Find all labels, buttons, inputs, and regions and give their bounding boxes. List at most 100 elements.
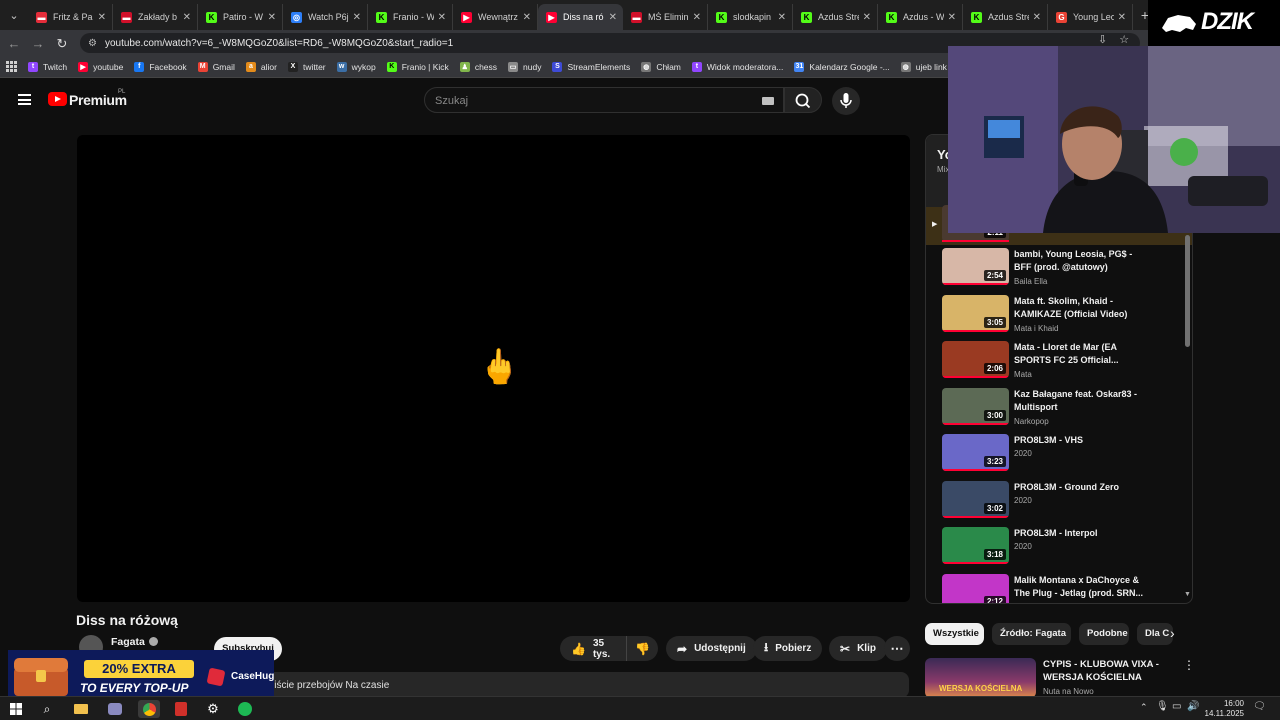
playlist-item-title[interactable]: PRO8L3M - Ground Zero [1014, 481, 1144, 494]
playlist-item-channel[interactable]: 2020 [1014, 542, 1032, 551]
tab-close-icon[interactable]: ✕ [1033, 12, 1041, 23]
more-actions-button[interactable]: ⋯ [884, 636, 910, 661]
browser-tab[interactable]: K Franio - W ✕ [368, 4, 453, 30]
playlist-item-channel[interactable]: Narkopop [1014, 417, 1049, 426]
notifications-icon[interactable]: 🗨 [1253, 701, 1266, 712]
voice-search-button[interactable] [832, 87, 860, 115]
playlist-item[interactable]: 2:06 Mata - Lloret de Mar (EA SPORTS FC 2… [942, 341, 1187, 385]
tab-close-icon[interactable]: ✕ [98, 12, 106, 23]
bookmark-item[interactable]: ▶ youtube [78, 61, 123, 72]
settings-gear-icon[interactable]: ⚙ [204, 700, 222, 718]
browser-tab[interactable]: Kslodkapin ✕ [708, 4, 793, 30]
playlist-scroll-down-icon[interactable]: ▼ [1184, 591, 1191, 598]
browser-tab[interactable]: K Azdus Stre ✕ [963, 4, 1048, 30]
bookmark-item[interactable]: M Gmail [197, 61, 235, 72]
filter-chip[interactable]: Źródło: Fagata [992, 623, 1071, 645]
playlist-item[interactable]: 2:12 Malik Montana x DaChoyce & The Plug … [942, 573, 1187, 603]
browser-tab[interactable]: K Patiro - W ✕ [198, 4, 283, 30]
guide-menu-icon[interactable] [18, 94, 31, 105]
playlist-scrollbar[interactable] [1185, 235, 1190, 347]
reload-button[interactable]: ↻ [50, 36, 74, 52]
network-icon[interactable]: ▭ [1172, 701, 1181, 712]
playlist-item-title[interactable]: Mata ft. Skolim, Khaid - KAMIKAZE (Offic… [1014, 295, 1144, 321]
keyboard-icon[interactable] [762, 97, 774, 105]
playlist-item-title[interactable]: Malik Montana x DaChoyce & The Plug - Je… [1014, 574, 1144, 600]
search-input[interactable]: Szukaj [424, 87, 784, 113]
app-icon[interactable] [106, 700, 124, 718]
bookmark-item[interactable]: ◍ ujeb link [900, 61, 947, 72]
file-explorer-icon[interactable] [72, 700, 90, 718]
browser-tab[interactable]: G Young Leo ✕ [1048, 4, 1133, 30]
install-app-icon[interactable]: ⇩ [1098, 33, 1107, 46]
bookmark-item[interactable]: f Facebook [134, 61, 187, 72]
tab-close-icon[interactable]: ✕ [778, 12, 786, 23]
bookmark-item[interactable]: ◍ Chłam [641, 61, 681, 72]
youtube-logo-icon[interactable] [48, 92, 67, 106]
playlist-thumbnail[interactable]: 3:23 [942, 434, 1009, 471]
browser-tab[interactable]: ◎ Watch P6j ✕ [283, 4, 368, 30]
playlist-item[interactable]: 3:05 Mata ft. Skolim, Khaid - KAMIKAZE (O… [942, 294, 1187, 339]
browser-tab[interactable]: ▶ Wewnątrz ✕ [453, 4, 538, 30]
like-button[interactable]: 👍 35 tys. [560, 636, 626, 661]
bookmark-item[interactable]: ▭ nudy [508, 61, 541, 72]
volume-icon[interactable]: 🔊 [1187, 701, 1199, 712]
bookmark-item[interactable]: a alior [245, 61, 277, 72]
tab-close-icon[interactable]: ✕ [609, 12, 617, 23]
playlist-item-title[interactable]: PRO8L3M - Interpol [1014, 527, 1144, 540]
playlist-thumbnail[interactable]: 3:00 [942, 387, 1009, 425]
channel-name[interactable]: Fagata [111, 636, 158, 648]
filter-chip[interactable]: Podobne [1079, 623, 1129, 645]
bookmark-item[interactable]: 31 Kalendarz Google -... [794, 61, 890, 72]
bookmark-item[interactable]: Xtwitter [287, 61, 326, 72]
tab-close-icon[interactable]: ✕ [863, 12, 871, 23]
apps-grid-icon[interactable] [6, 60, 18, 73]
recommended-thumbnail[interactable]: WERSJA KOŚCIELNA [925, 658, 1036, 698]
recording-app-icon[interactable] [172, 700, 190, 718]
playlist-item[interactable]: 2:54 bambi, Young Leosia, PG$ - BFF (prod… [942, 248, 1187, 292]
bookmark-item[interactable]: t Widok moderatora... [691, 61, 783, 72]
chips-next-icon[interactable]: › [1170, 625, 1175, 641]
playlist-item[interactable]: 3:02 PRO8L3M - Ground Zero 2020 [942, 480, 1187, 525]
playlist-thumbnail[interactable]: 2:06 [942, 341, 1009, 378]
bookmark-item[interactable]: S StreamElements [552, 61, 630, 72]
site-info-icon[interactable]: ⚙ [88, 38, 97, 49]
playlist-thumbnail[interactable]: 3:02 [942, 480, 1009, 518]
playlist-thumbnail[interactable]: 3:05 [942, 294, 1009, 332]
playlist-item[interactable]: 3:23 PRO8L3M - VHS 2020 [942, 434, 1187, 478]
search-taskbar-icon[interactable]: ⌕ [38, 700, 56, 718]
recommended-channel[interactable]: Nuta na Nowo [1043, 687, 1094, 696]
browser-tab[interactable]: ▬ MŚ Elimin ✕ [623, 4, 708, 30]
recommended-video[interactable]: WERSJA KOŚCIELNA CYPIS - KLUBOWA VIXA - … [925, 658, 1195, 698]
playlist-item-channel[interactable]: 2020 [1014, 449, 1032, 458]
bookmark-star-icon[interactable]: ☆ [1119, 33, 1129, 46]
tab-close-icon[interactable]: ✕ [1118, 12, 1126, 23]
forward-button[interactable]: → [26, 36, 50, 51]
tab-close-icon[interactable]: ✕ [268, 12, 276, 23]
bookmark-item[interactable]: t Twitch [28, 61, 67, 72]
chrome-icon[interactable] [138, 700, 160, 718]
back-button[interactable]: ← [2, 36, 26, 51]
tab-close-icon[interactable]: ✕ [183, 12, 191, 23]
channel-name-text[interactable]: Fagata [111, 636, 145, 648]
share-button[interactable]: ➦ Udostępnij [666, 636, 757, 661]
playlist-thumbnail[interactable]: 3:18 [942, 527, 1009, 564]
taskbar-clock[interactable]: 16:00 14.11.2025 [1205, 699, 1244, 719]
bookmark-item[interactable]: w wykop [336, 61, 376, 72]
filter-chip[interactable]: Dla C [1137, 623, 1173, 645]
playlist-item-title[interactable]: PRO8L3M - VHS [1014, 434, 1144, 447]
search-button[interactable] [784, 87, 822, 113]
recommended-title[interactable]: CYPIS - KLUBOWA VIXA - WERSJA KOŚCIELNA [1043, 658, 1173, 684]
tab-close-icon[interactable]: ✕ [438, 12, 446, 23]
download-button[interactable]: ⭳ Pobierz [753, 636, 823, 661]
playlist-item[interactable]: 3:18 PRO8L3M - Interpol 2020 [942, 527, 1187, 571]
playlist-thumbnail[interactable]: 2:12 [942, 573, 1009, 603]
playlist-item-title[interactable]: Mata - Lloret de Mar (EA SPORTS FC 25 Of… [1014, 341, 1144, 367]
browser-tab[interactable]: K Azdus Stre ✕ [793, 4, 878, 30]
playlist-item[interactable]: 3:00 Kaz Bałagane feat. Oskar83 - Multisp… [942, 387, 1187, 432]
playlist-item-channel[interactable]: 2020 [1014, 496, 1032, 505]
tab-close-icon[interactable]: ✕ [353, 12, 361, 23]
tab-close-icon[interactable]: ✕ [523, 12, 531, 23]
bookmark-item[interactable]: ♟ chess [459, 61, 497, 72]
spotify-icon[interactable] [236, 700, 254, 718]
microphone-tray-icon[interactable]: 🎙 [1156, 701, 1169, 712]
